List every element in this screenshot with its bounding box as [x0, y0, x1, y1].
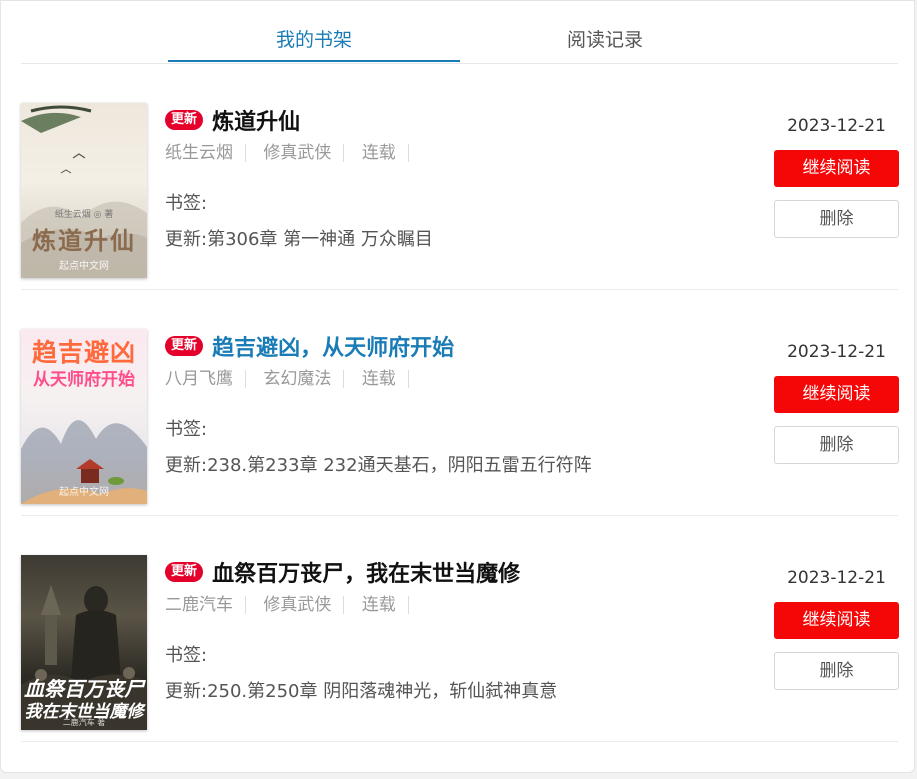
book-meta: 纸生云烟 修真武侠 连载: [165, 143, 421, 163]
book-cover[interactable]: 血祭百万丧尸 我在末世当魔修 二鹿汽车 著: [21, 555, 147, 730]
tab-reading-history[interactable]: 阅读记录: [459, 25, 751, 62]
delete-button[interactable]: 删除: [774, 652, 899, 690]
bookshelf-panel: 我的书架 阅读记录 纸生云烟 ◎ 著 炼道升仙 起点中文网 更新 炼道升仙 纸生…: [0, 0, 915, 773]
latest-chapter[interactable]: 第306章 第一神通 万众瞩目: [207, 229, 433, 250]
update-date: 2023-12-21: [787, 116, 886, 136]
continue-reading-button[interactable]: 继续阅读: [774, 602, 899, 639]
cover-title: 炼道升仙: [32, 226, 136, 255]
book-title[interactable]: 炼道升仙: [212, 104, 300, 136]
update-badge: 更新: [165, 562, 204, 582]
book-meta: 八月飞鹰 玄幻魔法 连载: [165, 369, 421, 389]
book-genre[interactable]: 修真武侠: [263, 144, 345, 162]
book-cover[interactable]: 纸生云烟 ◎ 著 炼道升仙 起点中文网: [21, 103, 147, 278]
cover-watermark: 起点中文网: [59, 487, 109, 498]
book-author[interactable]: 二鹿汽车: [165, 596, 246, 614]
delete-button[interactable]: 删除: [774, 200, 899, 238]
update-date: 2023-12-21: [787, 342, 886, 362]
tab-bar: 我的书架 阅读记录: [21, 1, 898, 64]
book-title-line: 更新 炼道升仙: [165, 104, 300, 136]
book-cover[interactable]: 趋吉避凶 从天师府开始 起点中文网: [21, 329, 147, 504]
book-status: 连载: [362, 370, 409, 388]
book-title[interactable]: 血祭百万丧尸，我在末世当魔修: [212, 556, 520, 588]
latest-chapter[interactable]: 238.第233章 232通天基石，阴阳五雷五行符阵: [207, 455, 592, 476]
continue-reading-button[interactable]: 继续阅读: [774, 150, 899, 187]
book-title-line: 更新 趋吉避凶，从天师府开始: [165, 330, 454, 362]
continue-reading-button[interactable]: 继续阅读: [774, 376, 899, 413]
bookmark-label: 书签:: [165, 645, 208, 666]
tab-my-bookshelf[interactable]: 我的书架: [168, 25, 460, 62]
latest-chapter[interactable]: 250.第250章 阴阳落魂神光，斩仙弑神真意: [207, 681, 557, 702]
cover-author: 二鹿汽车 著: [62, 718, 106, 727]
latest-update[interactable]: 更新:238.第233章 232通天基石，阴阳五雷五行符阵: [165, 451, 592, 477]
book-author[interactable]: 纸生云烟: [165, 144, 246, 162]
cover-subtitle: 从天师府开始: [33, 370, 135, 390]
cover-watermark: 起点中文网: [59, 261, 109, 272]
book-item: 血祭百万丧尸 我在末世当魔修 二鹿汽车 著 更新 血祭百万丧尸，我在末世当魔修 …: [21, 515, 899, 742]
book-title[interactable]: 趋吉避凶，从天师府开始: [212, 330, 454, 362]
update-badge: 更新: [165, 110, 204, 130]
book-status: 连载: [362, 596, 409, 614]
delete-button[interactable]: 删除: [774, 426, 899, 464]
book-status: 连载: [362, 144, 409, 162]
book-meta: 二鹿汽车 修真武侠 连载: [165, 595, 421, 615]
cover-author: 纸生云烟 ◎ 著: [54, 210, 114, 220]
update-prefix: 更新:: [165, 455, 208, 476]
book-author[interactable]: 八月飞鹰: [165, 370, 246, 388]
bookmark-label: 书签:: [165, 193, 208, 214]
bookmark-label: 书签:: [165, 419, 208, 440]
book-genre[interactable]: 修真武侠: [263, 596, 345, 614]
update-prefix: 更新:: [165, 229, 208, 250]
update-prefix: 更新:: [165, 681, 208, 702]
book-title-line: 更新 血祭百万丧尸，我在末世当魔修: [165, 556, 520, 588]
book-genre[interactable]: 玄幻魔法: [263, 370, 345, 388]
book-item: 纸生云烟 ◎ 著 炼道升仙 起点中文网 更新 炼道升仙 纸生云烟 修真武侠 连载…: [21, 63, 899, 290]
latest-update[interactable]: 更新:250.第250章 阴阳落魂神光，斩仙弑神真意: [165, 677, 557, 703]
update-badge: 更新: [165, 336, 204, 356]
latest-update[interactable]: 更新:第306章 第一神通 万众瞩目: [165, 225, 433, 251]
cover-title: 趋吉避凶: [31, 338, 136, 367]
update-date: 2023-12-21: [787, 568, 886, 588]
book-item: 趋吉避凶 从天师府开始 起点中文网 更新 趋吉避凶，从天师府开始 八月飞鹰 玄幻…: [21, 289, 899, 516]
